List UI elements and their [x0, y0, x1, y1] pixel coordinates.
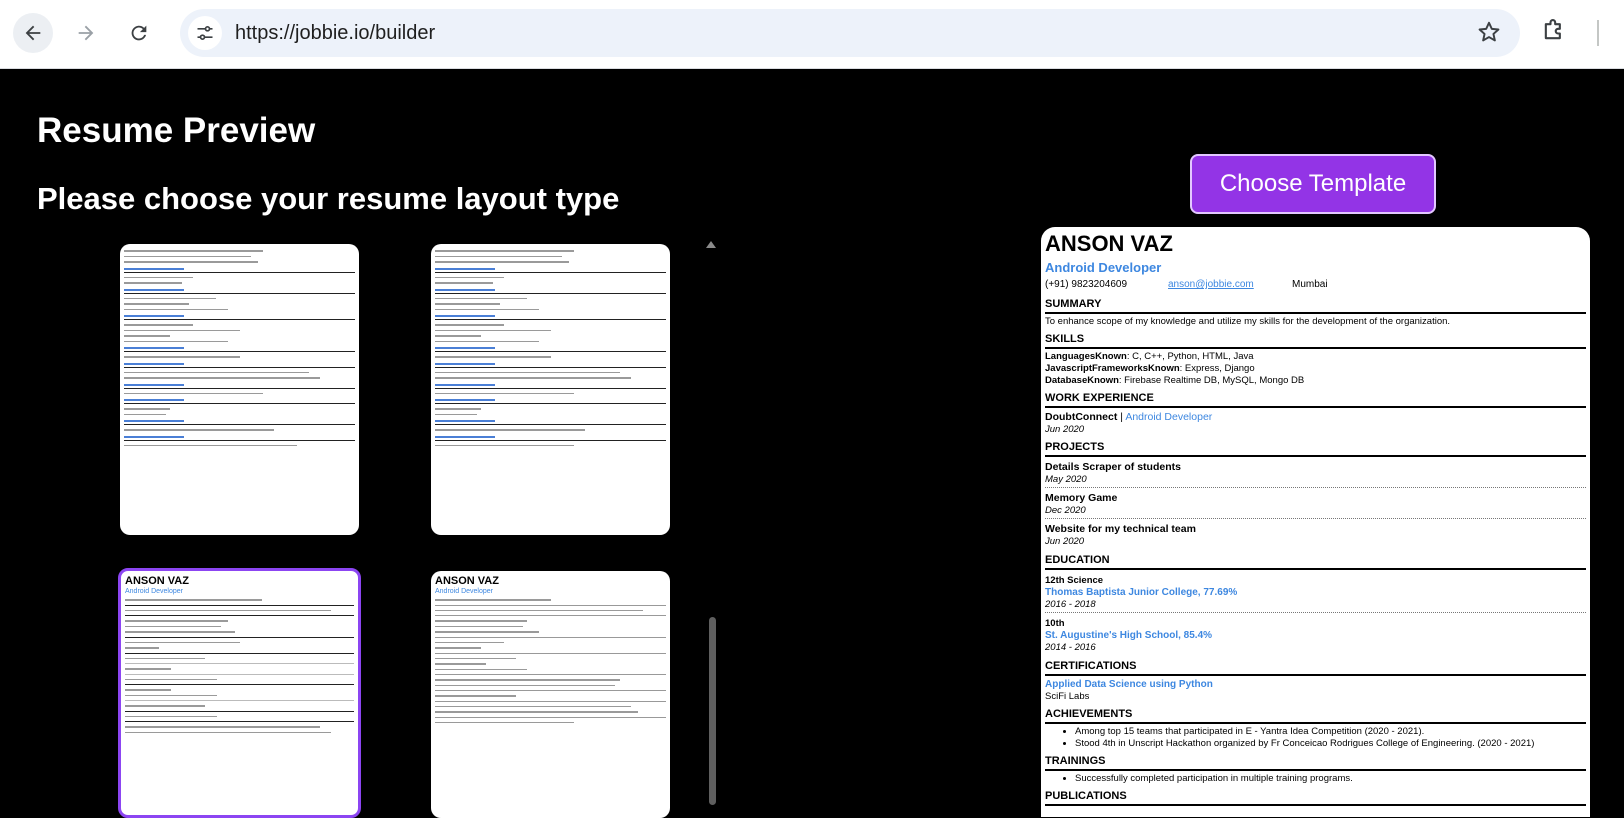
education-item: 10th St. Augustine's High School, 85.4% 20…: [1045, 617, 1586, 655]
tune-icon: [197, 25, 213, 41]
section-heading-work: WORK EXPERIENCE: [1045, 392, 1586, 408]
skill-value: : C, C++, Python, HTML, Java: [1126, 351, 1254, 362]
certification-title: Applied Data Science using Python: [1045, 679, 1213, 690]
project-date: May 2020: [1045, 474, 1087, 485]
template-preview-4: ANSON VAZ Android Developer: [431, 571, 670, 729]
work-date: Jun 2020: [1045, 424, 1085, 435]
template-role: Android Developer: [125, 588, 183, 595]
reload-icon: [131, 25, 147, 41]
section-heading-summary: SUMMARY: [1045, 298, 1586, 314]
section-heading-skills: SKILLS: [1045, 333, 1586, 349]
resume-summary: To enhance scope of my knowledge and uti…: [1045, 316, 1451, 327]
url-text[interactable]: https://jobbie.io/builder: [235, 22, 435, 45]
project-title: Website for my technical team: [1045, 523, 1196, 535]
skill-label: JavascriptFrameworksKnown: [1045, 363, 1180, 374]
section-heading-trainings: TRAININGS: [1045, 755, 1586, 771]
arrow-right-icon: [78, 25, 94, 41]
resume-role: Android Developer: [1045, 260, 1162, 275]
skill-label: LanguagesKnown: [1045, 351, 1127, 362]
skill-value: : Firebase Realtime DB, MySQL, Mongo DB: [1118, 375, 1305, 386]
template-list-scrollbar[interactable]: [709, 617, 716, 805]
project-date: Dec 2020: [1045, 505, 1086, 516]
project-item: Memory Game Dec 2020: [1045, 492, 1586, 519]
extensions-button[interactable]: [1540, 16, 1568, 49]
education-years: 2016 - 2018: [1045, 599, 1096, 610]
star-icon: [1478, 21, 1500, 42]
section-heading-achievements: ACHIEVEMENTS: [1045, 708, 1586, 724]
resume-email[interactable]: anson@jobbie.com: [1168, 279, 1254, 290]
back-button[interactable]: [13, 13, 53, 53]
puzzle-icon: [1544, 19, 1561, 40]
education-years: 2014 - 2016: [1045, 642, 1096, 653]
forward-button[interactable]: [66, 13, 106, 53]
resume-phone: (+91) 9823204609: [1045, 279, 1128, 290]
project-title: Details Scraper of students: [1045, 461, 1181, 473]
education-level: 10th: [1045, 618, 1065, 629]
achievement-item: Stood 4th in Unscript Hackathon organize…: [1075, 738, 1586, 750]
template-name: ANSON VAZ: [125, 575, 189, 587]
project-item: Website for my technical team Jun 2020: [1045, 523, 1586, 549]
page-subtitle: Please choose your resume layout type: [37, 181, 620, 216]
site-info-button[interactable]: [188, 16, 222, 50]
section-heading-certifications: CERTIFICATIONS: [1045, 660, 1586, 676]
resume-contact: (+91) 9823204609 anson@jobbie.com Mumbai: [1045, 279, 1586, 293]
trainings-list: Successfully completed participation in …: [1045, 773, 1586, 785]
address-bar[interactable]: https://jobbie.io/builder: [180, 9, 1520, 57]
projects-list: Details Scraper of students May 2020 Memo…: [1045, 461, 1586, 549]
template-preview-2: [431, 244, 670, 452]
education-list: 12th Science Thomas Baptista Junior Colle…: [1045, 574, 1586, 655]
project-date: Jun 2020: [1045, 536, 1085, 547]
resume-name: ANSON VAZ: [1045, 231, 1173, 256]
education-school: Thomas Baptista Junior College, 77.69%: [1045, 587, 1238, 598]
certification-issuer: SciFi Labs: [1045, 691, 1090, 702]
choose-template-button[interactable]: Choose Template: [1190, 154, 1436, 214]
template-card-1[interactable]: [120, 244, 359, 535]
toolbar-divider: [1597, 20, 1599, 46]
skill-line: LanguagesKnown: C, C++, Python, HTML, Ja…: [1045, 351, 1586, 363]
achievement-item: Among top 15 teams that participated in …: [1075, 726, 1586, 738]
template-card-2[interactable]: [431, 244, 670, 535]
section-heading-publications: PUBLICATIONS: [1045, 790, 1586, 806]
skill-value: : Express, Django: [1179, 363, 1255, 374]
template-preview-3: ANSON VAZ Android Developer: [121, 571, 358, 739]
builder-page: Resume Preview Please choose your resume…: [0, 69, 1624, 818]
resume-location: Mumbai: [1292, 279, 1328, 290]
skill-line: DatabaseKnown: Firebase Realtime DB, MyS…: [1045, 375, 1586, 387]
section-heading-education: EDUCATION: [1045, 554, 1586, 570]
resume-preview: ANSON VAZ Android Developer (+91) 982320…: [1041, 227, 1590, 817]
scroll-up-arrow-icon[interactable]: [706, 241, 716, 248]
education-level: 12th Science: [1045, 575, 1104, 586]
education-item: 12th Science Thomas Baptista Junior Colle…: [1045, 574, 1586, 613]
training-item: Successfully completed participation in …: [1075, 773, 1586, 785]
template-preview-1: [120, 244, 359, 452]
template-card-3-selected[interactable]: ANSON VAZ Android Developer: [118, 568, 361, 818]
skill-label: DatabaseKnown: [1045, 375, 1119, 386]
project-title: Memory Game: [1045, 492, 1118, 504]
browser-toolbar: https://jobbie.io/builder: [0, 0, 1624, 69]
skill-line: JavascriptFrameworksKnown: Express, Djan…: [1045, 363, 1586, 375]
template-card-4[interactable]: ANSON VAZ Android Developer: [431, 571, 670, 818]
work-position: Android Developer: [1125, 411, 1213, 423]
bookmark-button[interactable]: [1476, 19, 1502, 50]
achievements-list: Among top 15 teams that participated in …: [1045, 726, 1586, 750]
project-item: Details Scraper of students May 2020: [1045, 461, 1586, 488]
arrow-left-icon: [25, 25, 41, 41]
template-name: ANSON VAZ: [435, 575, 499, 587]
reload-button[interactable]: [119, 13, 159, 53]
page-title: Resume Preview: [37, 111, 316, 150]
education-school: St. Augustine's High School, 85.4%: [1045, 630, 1213, 641]
section-heading-projects: PROJECTS: [1045, 441, 1586, 457]
template-role: Android Developer: [435, 588, 493, 595]
work-company: DoubtConnect: [1045, 411, 1118, 423]
work-entry: DoubtConnect | Android Developer: [1045, 411, 1586, 424]
